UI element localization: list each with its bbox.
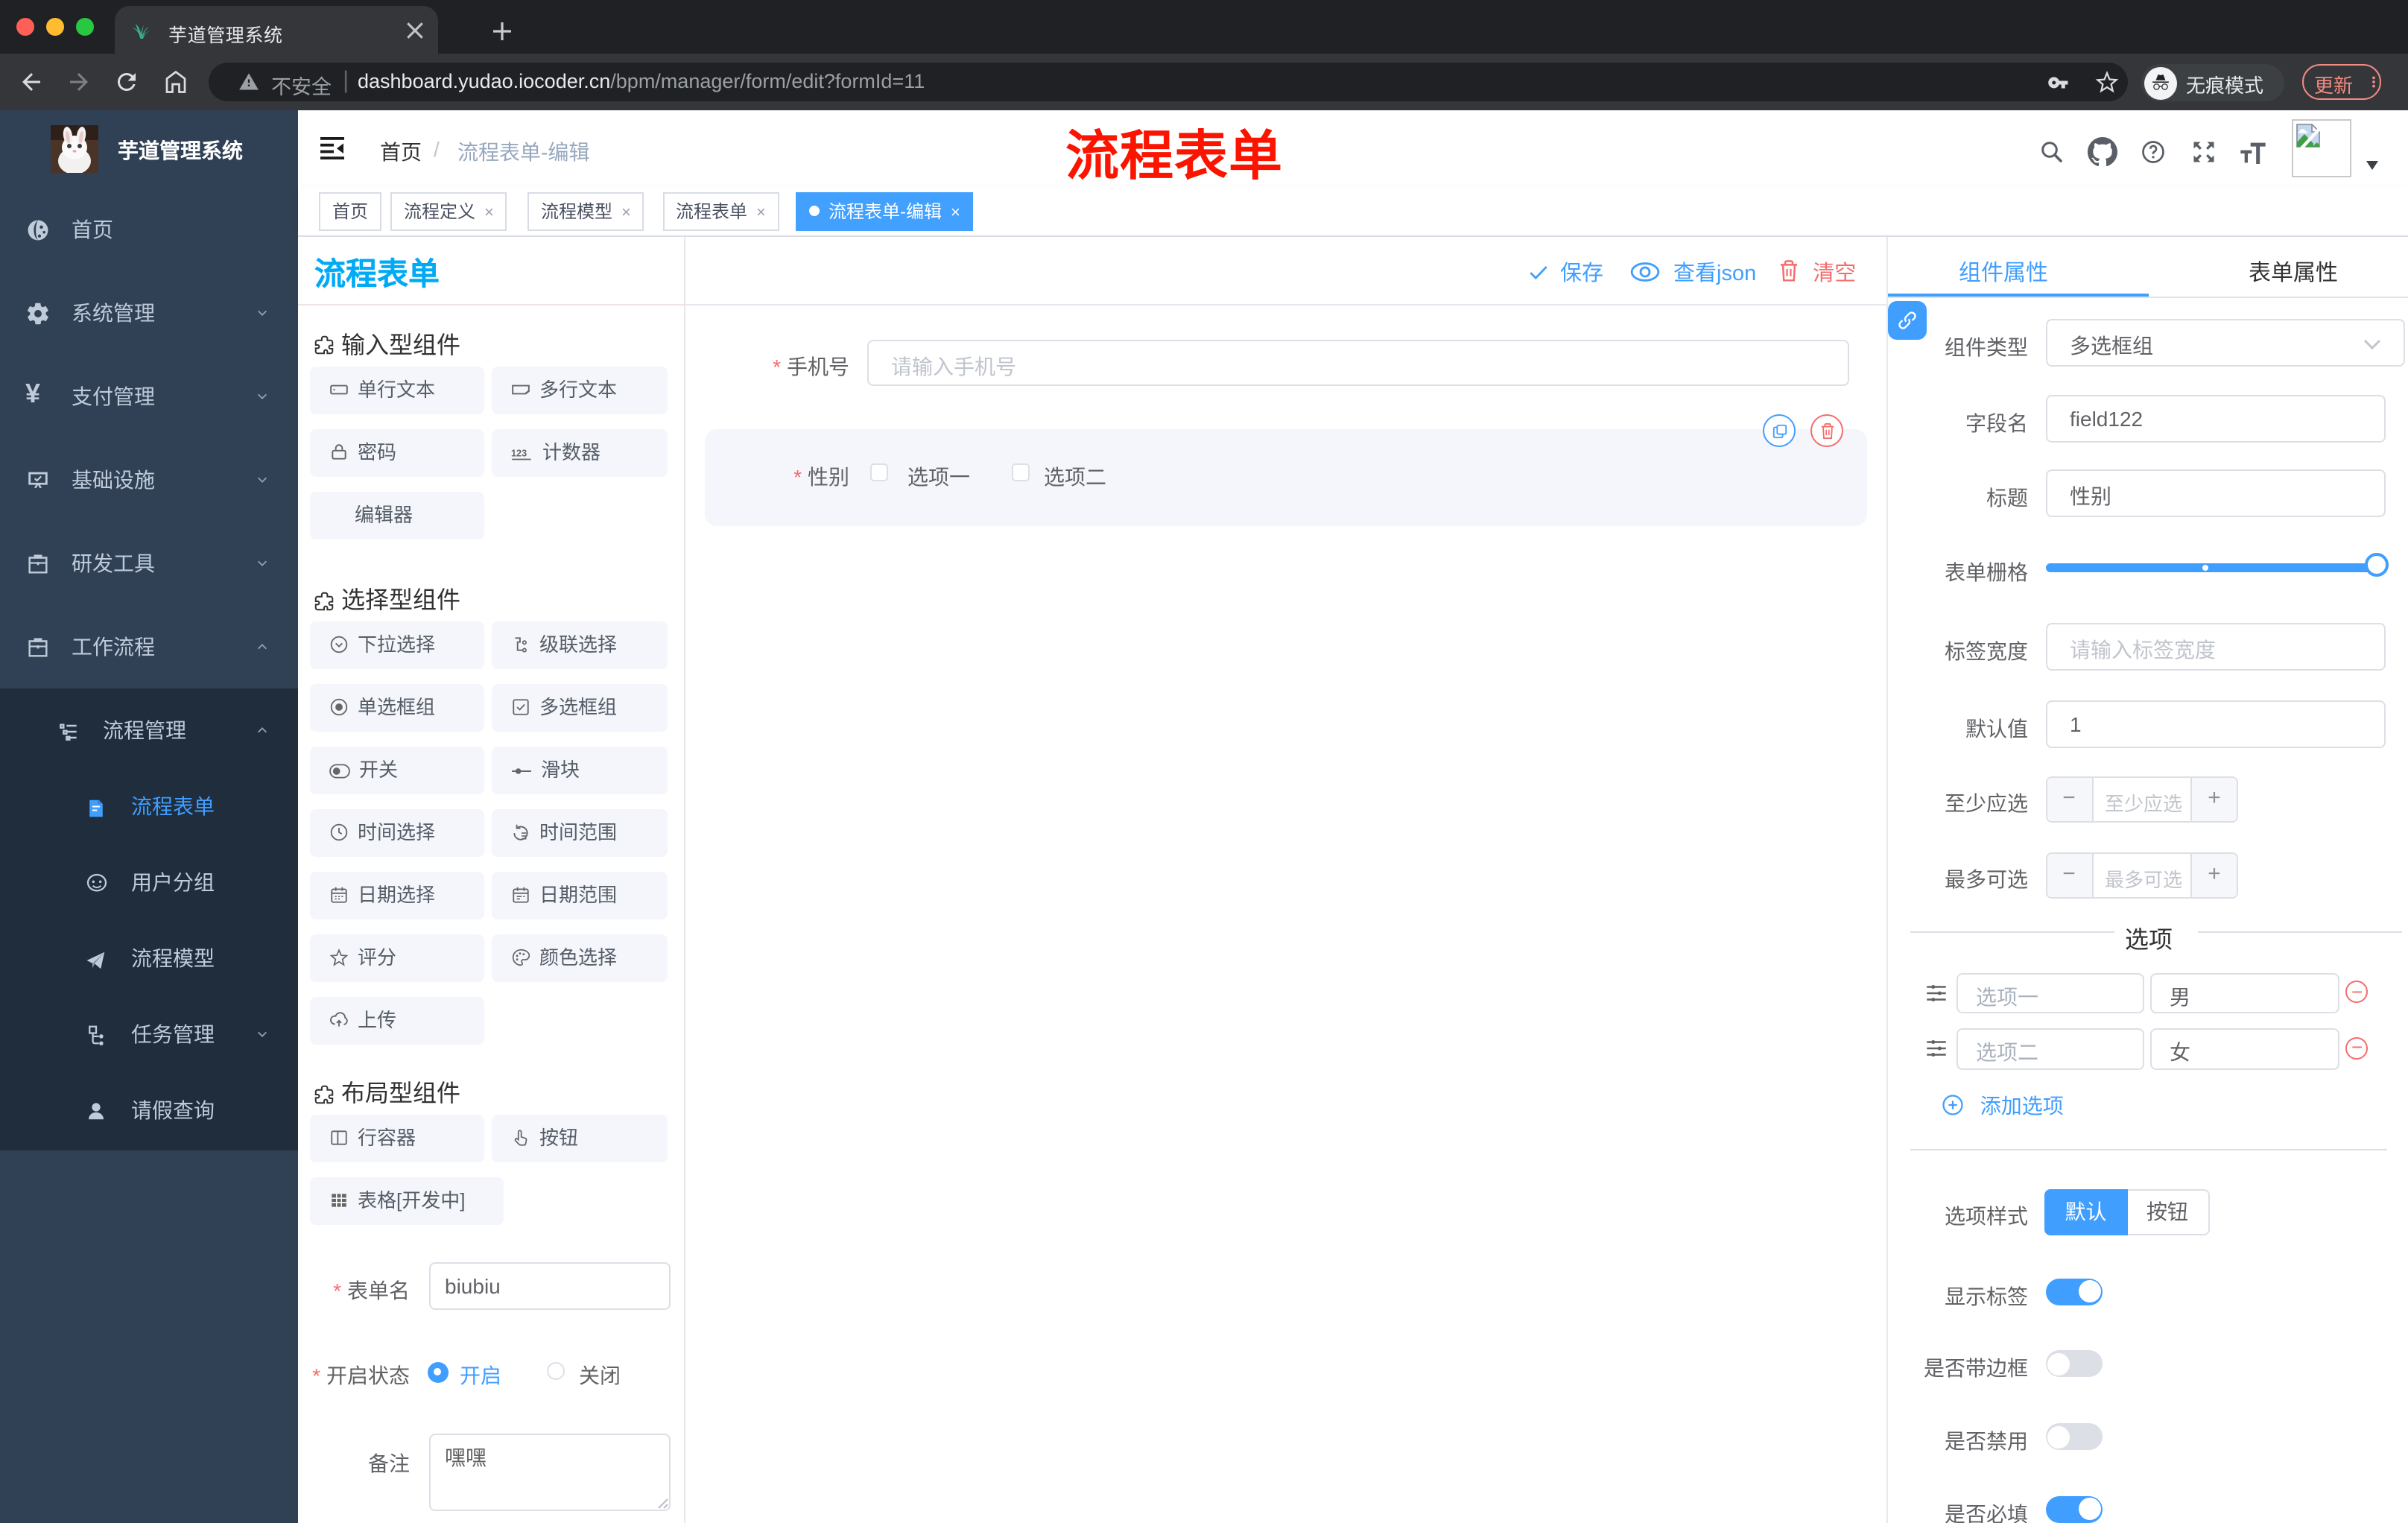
svg-text:123: 123 (511, 448, 527, 458)
